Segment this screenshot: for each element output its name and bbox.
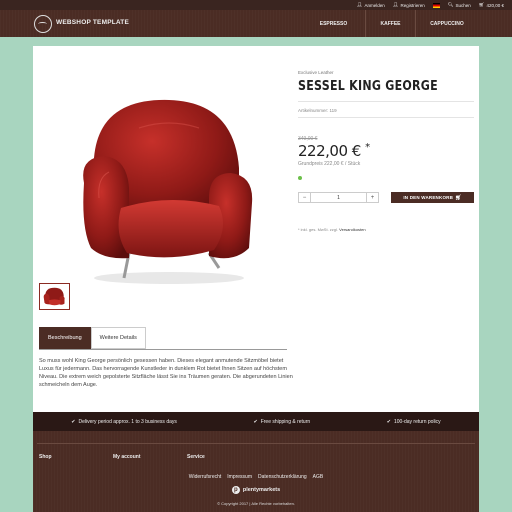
cart-total: 420,00 €: [486, 2, 504, 8]
main-header: WEBSHOP TEMPLATE ESPRESSO KAFFEE CAPPUCC…: [0, 10, 512, 37]
check-icon: ✔: [386, 418, 391, 425]
search-icon: 🔍︎: [447, 2, 454, 7]
search-label: Suchen: [455, 2, 471, 8]
product-category[interactable]: Exclusive Leather: [298, 70, 334, 75]
top-utility-bar: 👤︎ Anmelden 👤︎ Registrieren 🔍︎ Suchen 🛒︎…: [0, 0, 512, 10]
tab-beschreibung[interactable]: Beschreibung: [39, 327, 91, 349]
footer-heading-service: Service: [187, 454, 205, 460]
benefits-strip: ✔ Delivery period approx. 1 to 3 busines…: [33, 412, 479, 431]
benefit-label: 100-day return policy: [393, 418, 441, 425]
mini-cart[interactable]: 🛒︎ 420,00 €: [479, 2, 504, 8]
footer-heading-shop: Shop: [39, 454, 52, 460]
plentymarkets-icon: p: [231, 486, 240, 494]
copyright-text: © Copyright 2017 | Alle Rechte vorbehalt…: [217, 501, 295, 506]
user-plus-icon: 👤︎: [392, 2, 399, 7]
footer-link-agb[interactable]: AGB: [313, 474, 324, 480]
plentymarkets-wordmark: plentymarkets: [242, 487, 281, 493]
check-icon: ✔: [71, 418, 76, 425]
login-label: Anmelden: [364, 2, 385, 8]
price-asterisk: *: [365, 142, 370, 153]
divider: [298, 101, 474, 102]
utility-links: 👤︎ Anmelden 👤︎ Registrieren 🔍︎ Suchen 🛒︎…: [357, 0, 504, 10]
availability-indicator: [298, 176, 302, 180]
benefit-label: Free shipping & return: [260, 418, 311, 425]
footer: Shop My account Service Widerrufsrecht I…: [33, 431, 479, 512]
product-image[interactable]: [69, 88, 259, 298]
article-number: Artikelnummer: 119: [298, 108, 337, 113]
quantity-increase-button[interactable]: +: [366, 193, 378, 202]
quantity-decrease-button[interactable]: −: [299, 193, 311, 202]
benefit-label: Delivery period approx. 1 to 3 business …: [78, 418, 177, 425]
login-link[interactable]: 👤︎ Anmelden: [357, 2, 385, 8]
product-title: SESSEL KING GEORGE: [298, 79, 438, 94]
add-to-cart-label: IN DEN WARENKORB: [403, 195, 454, 200]
quantity-stepper: − +: [298, 192, 379, 203]
cart-icon: 🛒︎: [478, 2, 485, 7]
benefit-return: ✔ 100-day return policy: [387, 419, 441, 425]
thumbnail-image: [43, 287, 65, 306]
shipping-costs-link[interactable]: Versandkosten: [339, 227, 365, 232]
footer-heading-my-account: My account: [113, 454, 141, 460]
tab-weitere-details[interactable]: Weitere Details: [90, 327, 146, 349]
nav-item-kaffee[interactable]: KAFFEE: [365, 10, 415, 37]
product-tabs: Beschreibung Weitere Details: [39, 327, 146, 349]
product-thumbnail[interactable]: [39, 283, 70, 310]
benefit-delivery: ✔ Delivery period approx. 1 to 3 busines…: [71, 419, 177, 425]
tab-divider: [39, 349, 287, 350]
benefit-shipping: ✔ Free shipping & return: [253, 419, 310, 425]
product-page: Beschreibung Weitere Details So muss woh…: [33, 46, 479, 412]
divider: [298, 117, 474, 118]
add-to-cart-button[interactable]: IN DEN WARENKORB 🛒︎: [391, 192, 474, 203]
vat-notice: * inkl. ges. MwSt. zzgl. Versandkosten: [298, 227, 366, 232]
footer-link-widerrufsrecht[interactable]: Widerrufsrecht: [189, 474, 222, 480]
cart-icon: 🛒︎: [455, 194, 462, 201]
price-value: 222,00 €: [298, 142, 361, 160]
register-label: Registrieren: [400, 2, 425, 8]
plentymarkets-logo[interactable]: p plentymarkets: [33, 486, 479, 494]
footer-divider: [37, 443, 475, 444]
main-navigation: ESPRESSO KAFFEE CAPPUCCINO: [302, 10, 478, 37]
base-price: Grundpreis 222,00 € / Stück: [298, 161, 361, 167]
nav-item-cappuccino[interactable]: CAPPUCCINO: [415, 10, 478, 37]
footer-link-impressum[interactable]: Impressum: [227, 474, 252, 480]
german-flag-icon[interactable]: [432, 2, 440, 8]
quantity-input[interactable]: [311, 193, 366, 202]
product-price: 222,00 € *: [298, 142, 370, 160]
vat-text: * inkl. ges. MwSt. zzgl.: [298, 227, 339, 232]
search-link[interactable]: 🔍︎ Suchen: [448, 2, 471, 8]
brand-name[interactable]: WEBSHOP TEMPLATE: [56, 19, 129, 26]
register-link[interactable]: 👤︎ Registrieren: [393, 2, 425, 8]
logo-icon[interactable]: [34, 15, 52, 33]
product-description: So muss wohl King George persönlich gese…: [39, 358, 293, 388]
footer-link-datenschutz[interactable]: Datenschutzerklärung: [258, 474, 307, 480]
nav-item-espresso[interactable]: ESPRESSO: [302, 10, 365, 37]
user-icon: 👤︎: [356, 2, 363, 7]
check-icon: ✔: [253, 418, 258, 425]
footer-links: Widerrufsrecht Impressum Datenschutzerkl…: [33, 474, 479, 480]
